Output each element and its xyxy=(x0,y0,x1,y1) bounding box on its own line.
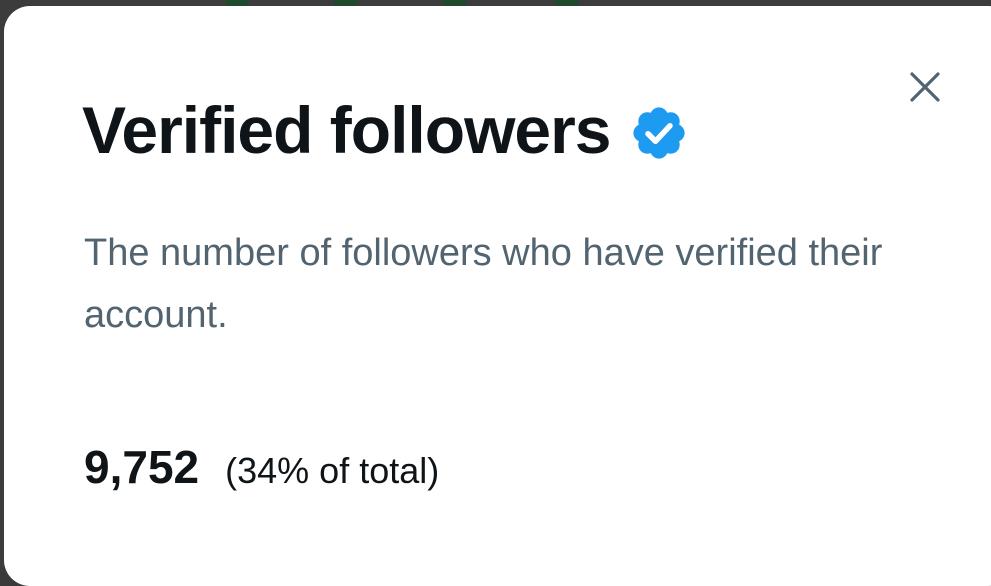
dialog-title: Verified followers xyxy=(82,93,611,167)
close-button[interactable] xyxy=(900,62,950,112)
title-row: Verified followers xyxy=(82,90,689,170)
dialog-description: The number of followers who have verifie… xyxy=(84,232,883,336)
verified-followers-dialog: Verified followers The number of followe… xyxy=(4,6,991,586)
stat-row: 9,752 (34% of total) xyxy=(84,440,439,494)
verified-badge-icon xyxy=(632,107,685,159)
percent-of-total: (34% of total) xyxy=(225,450,440,491)
verified-follower-count: 9,752 xyxy=(84,441,200,493)
close-icon xyxy=(910,72,940,102)
